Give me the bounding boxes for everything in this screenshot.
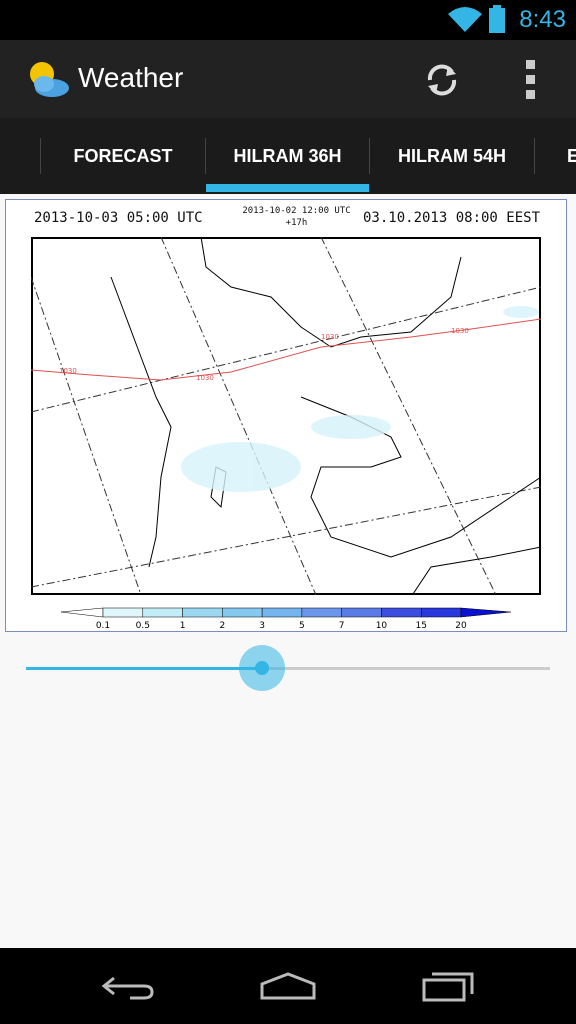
sun-cloud-icon [30,62,69,97]
isobar-label: 1030 [321,333,339,341]
legend-swatch [142,607,183,618]
legend-swatch [420,607,462,618]
battery-icon [489,5,505,33]
slider-thumb[interactable] [238,645,285,691]
action-bar: Weather [0,40,576,118]
precipitation-map: 1030 1030 1030 1030 [31,237,541,595]
legend-tick: 5 [299,621,305,631]
run-info: 2013-10-02 12:00 UTC +17h [234,205,359,229]
legend-tick: 0.5 [136,621,150,631]
legend-tick: 1 [180,621,186,631]
valid-time-utc: 2013-10-03 05:00 UTC [34,210,203,226]
refresh-icon[interactable] [422,60,462,100]
legend-swatch [381,607,422,618]
weather-map-panel: 2013-10-03 05:00 UTC 2013-10-02 12:00 UT… [5,199,567,632]
run-time: 2013-10-02 12:00 UTC [242,206,351,216]
overflow-menu-icon[interactable] [524,60,538,100]
legend-tick: 3 [259,621,265,631]
legend-tick: 0.1 [96,621,110,631]
tab-forecast[interactable]: FORECAST [41,118,205,194]
app-title: Weather [78,62,184,93]
back-icon[interactable] [100,970,156,1002]
tab-hilram-36h[interactable]: HILRAM 36H [206,118,369,194]
isobar-label: 1030 [196,374,214,382]
legend-tick: 2 [219,621,225,631]
recent-apps-icon[interactable] [420,968,478,1004]
tab-indicator [206,184,369,192]
isobar-label: 1030 [59,367,77,375]
legend-low-arrow [60,607,104,618]
legend-high-arrow [460,607,512,618]
tab-bar: FORECAST HILRAM 36H HILRAM 54H E [0,118,576,194]
legend-swatch [341,607,382,618]
isobar-label: 1030 [451,327,469,335]
legend-swatch [301,607,342,618]
tab-hilram-54h[interactable]: HILRAM 54H [370,118,534,194]
legend-swatch [222,607,263,618]
legend-tick: 15 [415,621,426,631]
legend-tick: 7 [339,621,345,631]
home-icon[interactable] [258,970,318,1002]
tab-partial[interactable]: E [535,118,576,194]
legend-swatch [182,607,223,618]
legend-swatch [102,607,144,618]
valid-time-local: 03.10.2013 08:00 EEST [363,210,541,226]
legend-tick: 20 [455,621,467,631]
status-bar: 8:43 [0,0,576,40]
time-slider[interactable] [26,667,550,670]
navigation-bar [0,948,576,1024]
legend-tick: 10 [376,621,388,631]
lead-time: +17h [285,218,308,228]
precipitation-legend: 0.1 0.5 1 2 3 5 7 10 15 20 [60,607,512,631]
wifi-icon [448,7,482,32]
clock: 8:43 [519,6,566,33]
legend-swatch [261,607,303,618]
slider-fill [26,667,262,670]
